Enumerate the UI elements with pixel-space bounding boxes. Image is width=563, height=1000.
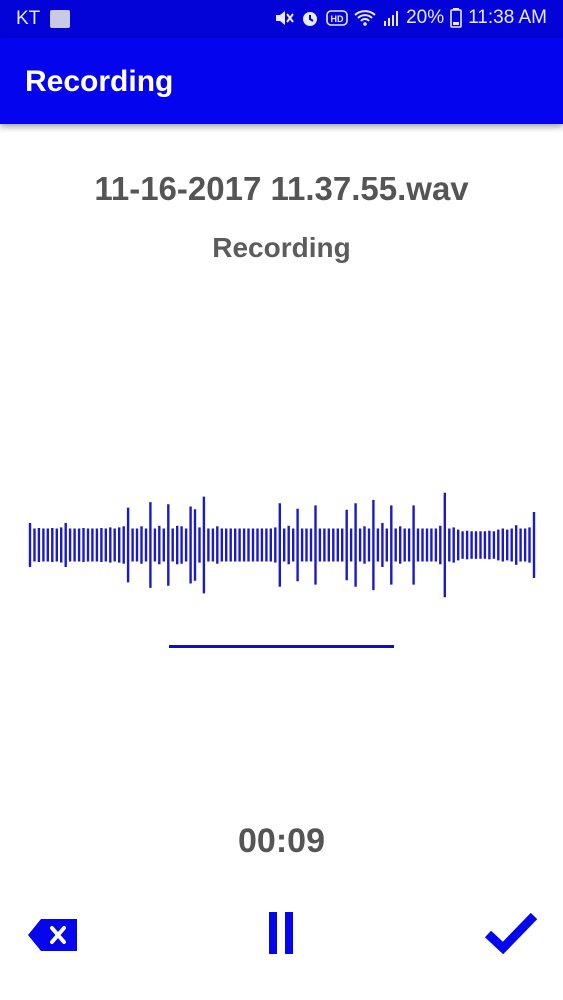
mute-icon xyxy=(274,9,294,27)
battery-icon xyxy=(450,8,462,28)
carrier-label: KT xyxy=(16,8,41,29)
status-time: 11:38 AM xyxy=(468,7,547,28)
audio-waveform xyxy=(28,492,536,598)
backspace-delete-icon xyxy=(28,919,77,951)
svg-text:HD: HD xyxy=(331,14,344,24)
battery-percent: 20% xyxy=(406,7,445,28)
save-recording-button[interactable] xyxy=(484,910,538,956)
signal-icon xyxy=(382,9,400,27)
pause-button[interactable] xyxy=(266,910,296,956)
recording-file-name: 11-16-2017 11.37.55.wav xyxy=(94,170,469,207)
delete-recording-button[interactable] xyxy=(27,917,79,953)
app-bar-title: Recording xyxy=(25,65,174,98)
app-bar: Recording xyxy=(0,38,563,124)
wifi-icon xyxy=(354,9,376,27)
elapsed-time: 00:09 xyxy=(238,822,325,860)
recording-state-label: Recording xyxy=(212,232,351,263)
pause-icon xyxy=(269,912,293,954)
checkmark-icon xyxy=(484,912,538,955)
hd-icon: HD xyxy=(326,9,348,27)
recording-progress-line xyxy=(169,645,394,648)
status-bar: KT HD 20% 11:38 AM xyxy=(0,0,563,38)
gallery-thumbnail-icon xyxy=(50,10,71,28)
alarm-icon xyxy=(300,8,320,28)
